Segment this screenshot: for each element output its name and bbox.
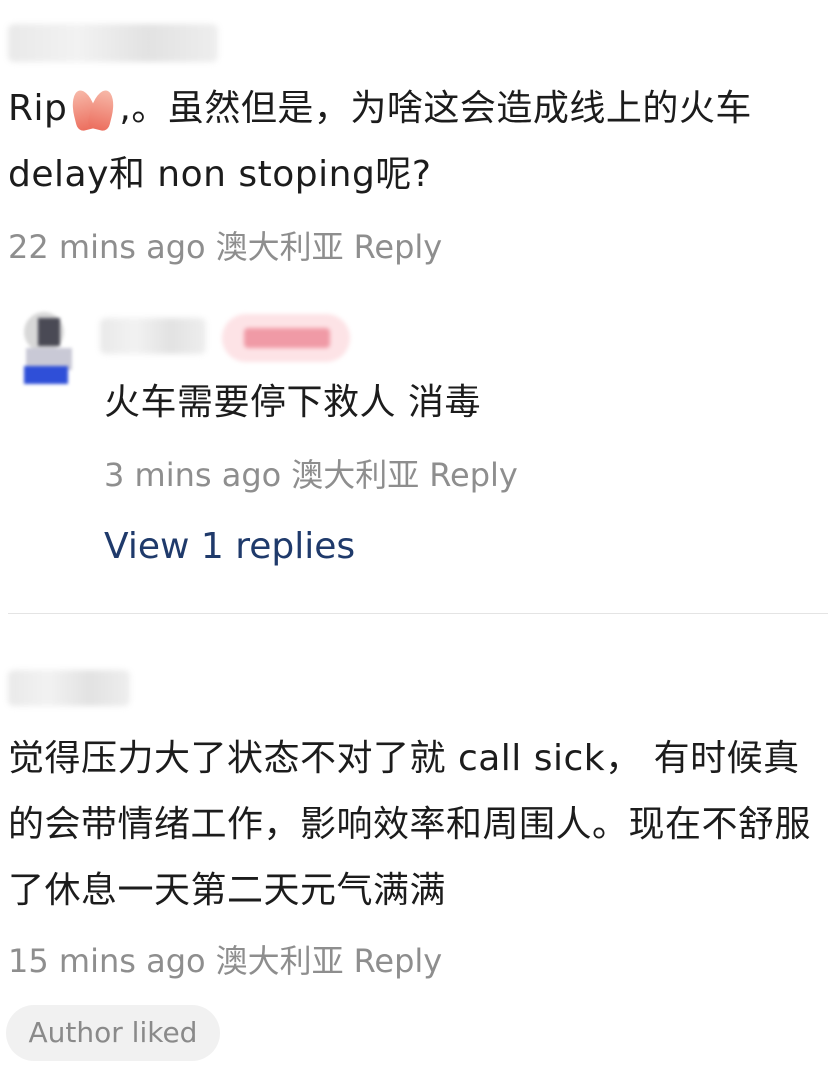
- author-liked-badge: Author liked: [6, 1005, 220, 1061]
- reply-button[interactable]: Reply: [354, 942, 443, 980]
- author-badge: [222, 314, 350, 362]
- commenter-name-blurred[interactable]: [8, 670, 130, 706]
- comment-text-start: Rip: [8, 88, 68, 129]
- replier-name-blurred[interactable]: [100, 318, 206, 354]
- view-replies-link[interactable]: View 1 replies: [104, 526, 355, 567]
- reply-button[interactable]: Reply: [429, 456, 518, 494]
- comment-meta: 15 mins ago 澳大利亚 Reply: [8, 936, 452, 982]
- avatar[interactable]: [20, 312, 76, 384]
- commenter-name-blurred[interactable]: [8, 24, 218, 62]
- comment-location: 澳大利亚: [215, 228, 344, 266]
- comment-time: 22 mins ago: [8, 228, 206, 266]
- reply-time: 3 mins ago: [104, 456, 282, 494]
- reply-button[interactable]: Reply: [354, 228, 443, 266]
- comment-text: Rip ,。虽然但是，为啥这会造成线上的火车 delay和 non stoping…: [8, 76, 820, 208]
- reply-text: 火车需要停下救人 消毒: [104, 382, 481, 423]
- reply-meta: 3 mins ago 澳大利亚 Reply: [104, 450, 528, 496]
- comment-text-rest: ,。虽然但是，为啥这会造成线上的火车 delay和 non stoping呢?: [8, 88, 752, 195]
- divider: [8, 613, 828, 614]
- comment-text: 觉得压力大了状态不对了就 call sick， 有时候真的会带情绪工作，影响效率…: [8, 738, 812, 911]
- reply-location: 澳大利亚: [291, 456, 420, 494]
- comment-time: 15 mins ago: [8, 942, 206, 980]
- comment-location: 澳大利亚: [215, 942, 344, 980]
- comment-meta: 22 mins ago 澳大利亚 Reply: [8, 222, 452, 268]
- folded-hands-icon: [68, 87, 118, 133]
